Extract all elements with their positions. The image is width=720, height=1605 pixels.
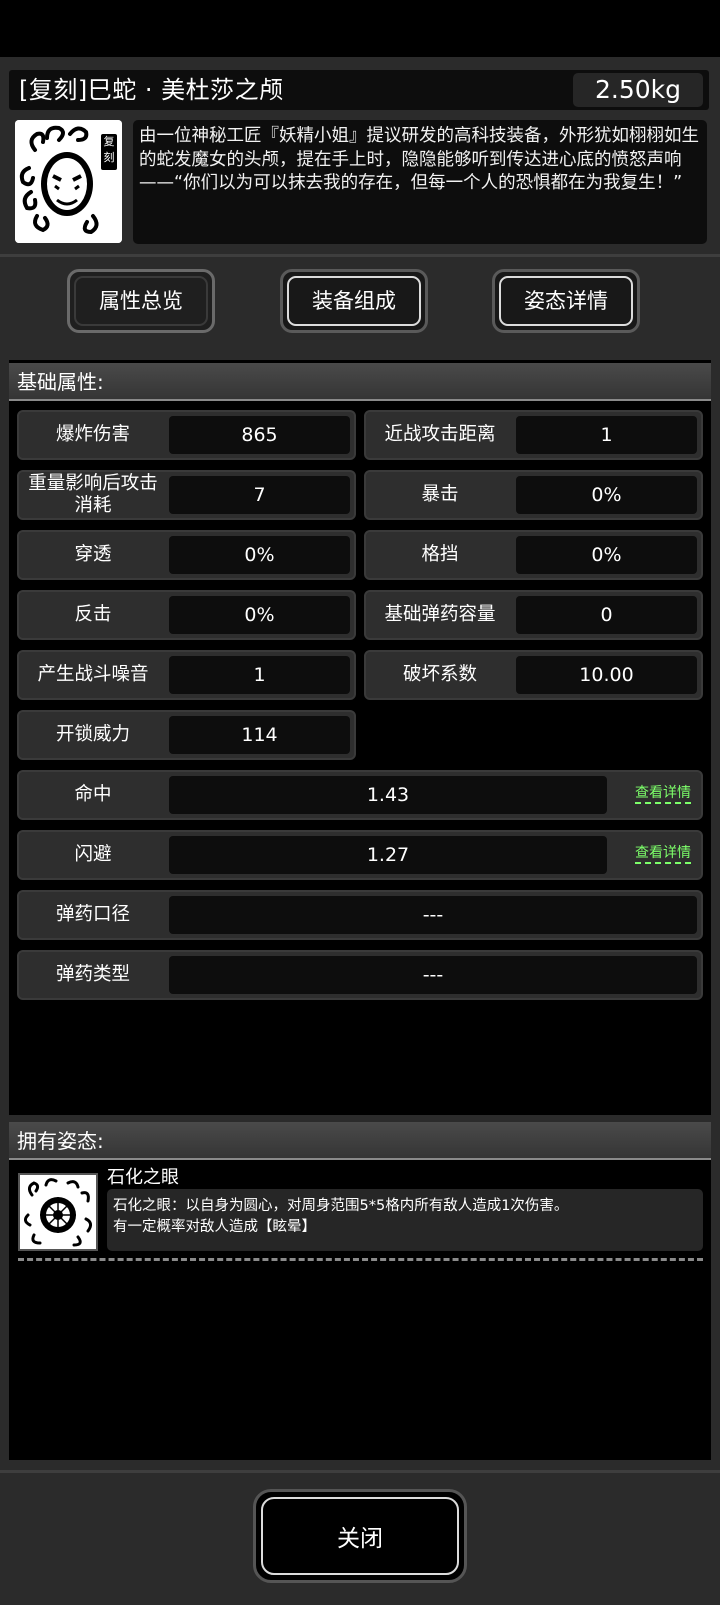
medusa-head-icon: 复刻 xyxy=(15,120,122,243)
title-bar: [复刻]巳蛇 · 美杜莎之颅 2.50kg xyxy=(9,70,709,110)
petrify-eye-icon[interactable] xyxy=(18,1173,98,1251)
tab-label: 姿态详情 xyxy=(524,289,608,313)
tab-attribute-overview[interactable]: 属性总览 xyxy=(67,269,215,333)
item-weight: 2.50kg xyxy=(573,73,703,107)
reprint-badge: 复刻 xyxy=(103,135,115,164)
stances-header: 拥有姿态: xyxy=(9,1122,711,1160)
tab-equipment-composition[interactable]: 装备组成 xyxy=(280,269,428,333)
attr-penetration: 穿透 0% xyxy=(17,530,356,580)
divider xyxy=(0,1470,720,1473)
stance-description: 石化之眼：以自身为圆心，对周身范围5*5格内所有敌人造成1次伤害。 有一定概率对… xyxy=(107,1189,703,1251)
attr-ammo-type: 弹药类型 --- xyxy=(17,950,703,1000)
accuracy-detail-link[interactable]: 查看详情 xyxy=(635,784,691,804)
attr-melee-range: 近战攻击距离 1 xyxy=(364,410,703,460)
attr-evasion: 闪避 1.27 查看详情 xyxy=(17,830,703,880)
tab-label: 装备组成 xyxy=(312,289,396,313)
stance-divider xyxy=(18,1258,703,1261)
close-button[interactable]: 关闭 xyxy=(253,1489,467,1583)
attr-counter: 反击 0% xyxy=(17,590,356,640)
stance-name: 石化之眼 xyxy=(107,1167,179,1188)
basic-attributes-header: 基础属性: xyxy=(9,363,711,401)
attr-accuracy: 命中 1.43 查看详情 xyxy=(17,770,703,820)
item-title: [复刻]巳蛇 · 美杜莎之颅 xyxy=(19,76,284,104)
item-description: 由一位神秘工匠『妖精小姐』提议研发的高科技装备，外形犹如栩栩如生的蛇发魔女的头颅… xyxy=(139,126,699,193)
attr-weight-attack-cost: 重量影响后攻击消耗 7 xyxy=(17,470,356,520)
attr-ammo-caliber: 弹药口径 --- xyxy=(17,890,703,940)
attr-lockpick-power: 开锁威力 114 xyxy=(17,710,356,760)
attr-combat-noise: 产生战斗噪音 1 xyxy=(17,650,356,700)
evasion-detail-link[interactable]: 查看详情 xyxy=(635,844,691,864)
tab-stance-details[interactable]: 姿态详情 xyxy=(492,269,640,333)
attr-destruction-factor: 破坏系数 10.00 xyxy=(364,650,703,700)
close-button-label: 关闭 xyxy=(261,1497,459,1575)
tab-label: 属性总览 xyxy=(99,289,183,313)
item-description-box: 由一位神秘工匠『妖精小姐』提议研发的高科技装备，外形犹如栩栩如生的蛇发魔女的头颅… xyxy=(133,120,707,244)
attr-block: 格挡 0% xyxy=(364,530,703,580)
attr-ammo-capacity: 基础弹药容量 0 xyxy=(364,590,703,640)
attr-critical: 暴击 0% xyxy=(364,470,703,520)
divider xyxy=(0,254,720,257)
attr-explosion-damage: 爆炸伤害 865 xyxy=(17,410,356,460)
